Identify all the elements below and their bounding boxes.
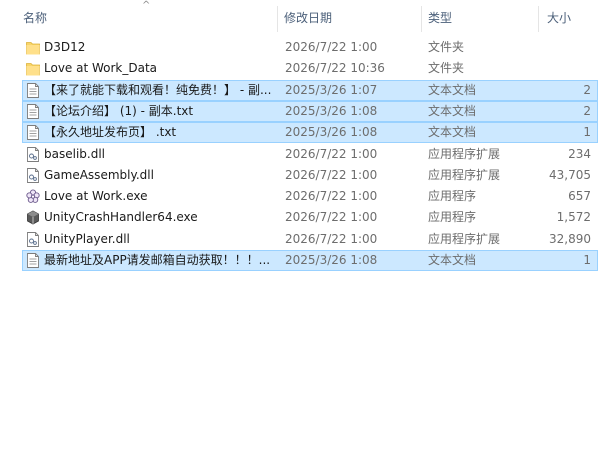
sort-ascending-icon: ^ bbox=[142, 0, 151, 11]
file-size: 43,705 bbox=[549, 167, 591, 182]
file-name: D3D12 bbox=[44, 40, 86, 54]
file-type: 文本文档 bbox=[428, 125, 477, 140]
text-file-icon bbox=[26, 103, 40, 119]
file-name: baselib.dll bbox=[44, 146, 105, 161]
dll-file-icon bbox=[26, 167, 40, 183]
file-type: 文件夹 bbox=[428, 40, 465, 54]
column-header-size[interactable]: 大小 bbox=[547, 0, 571, 36]
file-modified-date: 2026/7/22 1:00 bbox=[285, 189, 378, 204]
file-name: 最新地址及APP请发邮箱自动获取！！！... bbox=[44, 253, 271, 267]
column-divider[interactable] bbox=[421, 6, 422, 32]
file-name: 【永久地址发布页】 .txt bbox=[44, 125, 177, 140]
unity-cube-icon bbox=[26, 210, 40, 225]
column-header-name[interactable]: 名称 bbox=[23, 0, 47, 36]
file-name: GameAssembly.dll bbox=[44, 167, 154, 182]
file-name: 【来了就能下载和观看！纯免费！】 - 副... bbox=[44, 82, 272, 97]
file-size bbox=[531, 38, 591, 57]
file-name: 【论坛介绍】 (1) - 副本.txt bbox=[44, 103, 194, 118]
file-modified-date: 2026/7/22 1:00 bbox=[285, 167, 378, 182]
file-size: 2 bbox=[583, 103, 591, 118]
file-type: 文本文档 bbox=[428, 82, 477, 97]
file-name: Love at Work_Data bbox=[44, 61, 158, 76]
file-type: 应用程序扩展 bbox=[428, 231, 501, 246]
file-row[interactable]: 【永久地址发布页】 .txt 2025/3/26 1:08 文本文档 1 bbox=[22, 122, 598, 144]
file-size: 234 bbox=[568, 146, 591, 161]
dll-file-icon bbox=[26, 231, 40, 247]
file-modified-date: 2025/3/26 1:08 bbox=[285, 103, 378, 118]
file-name: UnityPlayer.dll bbox=[44, 231, 130, 246]
file-row[interactable]: D3D12 2026/7/22 1:00 文件夹 bbox=[22, 37, 598, 58]
file-row[interactable]: Love at Work_Data 2026/7/22 10:36 文件夹 bbox=[22, 58, 598, 79]
file-name: Love at Work.exe bbox=[44, 189, 148, 204]
file-modified-date: 2026/7/22 1:00 bbox=[285, 210, 378, 225]
text-file-icon bbox=[26, 82, 40, 98]
file-row[interactable]: Love at Work.exe 2026/7/22 1:00 应用程序 657 bbox=[22, 186, 598, 207]
file-size: 1,572 bbox=[556, 210, 591, 225]
file-modified-date: 2026/7/22 1:00 bbox=[285, 146, 378, 161]
file-modified-date: 2026/7/22 10:36 bbox=[285, 61, 385, 76]
file-modified-date: 2026/7/22 1:00 bbox=[285, 40, 378, 54]
file-row[interactable]: UnityCrashHandler64.exe 2026/7/22 1:00 应用程… bbox=[22, 207, 598, 228]
file-row[interactable]: UnityPlayer.dll 2026/7/22 1:00 应用程序扩展 32,89… bbox=[22, 229, 598, 250]
file-type: 文本文档 bbox=[428, 253, 477, 267]
flower-app-icon bbox=[26, 189, 40, 204]
file-type: 应用程序扩展 bbox=[428, 167, 501, 182]
folder-icon bbox=[26, 40, 40, 55]
file-modified-date: 2025/3/26 1:08 bbox=[285, 125, 378, 140]
column-header-date[interactable]: 修改日期 bbox=[284, 0, 332, 36]
file-size bbox=[531, 59, 591, 78]
text-file-icon bbox=[26, 253, 40, 268]
file-row[interactable]: GameAssembly.dll 2026/7/22 1:00 应用程序扩展 43,7… bbox=[22, 165, 598, 186]
column-header-bar: 名称 ^ 修改日期 类型 大小 bbox=[0, 0, 605, 36]
text-file-icon bbox=[26, 125, 40, 141]
file-type: 文本文档 bbox=[428, 103, 477, 118]
file-modified-date: 2025/3/26 1:07 bbox=[285, 82, 378, 97]
file-size: 32,890 bbox=[549, 231, 591, 246]
file-row[interactable]: 【来了就能下载和观看！纯免费！】 - 副... 2025/3/26 1:07 文本文… bbox=[22, 79, 598, 101]
file-name: UnityCrashHandler64.exe bbox=[44, 210, 198, 225]
file-modified-date: 2026/7/22 1:00 bbox=[285, 231, 378, 246]
file-size: 1 bbox=[583, 125, 591, 140]
file-modified-date: 2025/3/26 1:08 bbox=[285, 253, 378, 267]
column-divider[interactable] bbox=[538, 6, 539, 32]
file-type: 应用程序 bbox=[428, 210, 477, 225]
file-row[interactable]: 最新地址及APP请发邮箱自动获取！！！... 2025/3/26 1:08 文本文档… bbox=[22, 250, 598, 271]
file-size: 2 bbox=[583, 82, 591, 97]
file-type: 应用程序扩展 bbox=[428, 146, 501, 161]
file-type: 文件夹 bbox=[428, 61, 465, 76]
folder-icon bbox=[26, 61, 40, 76]
column-header-type[interactable]: 类型 bbox=[428, 0, 452, 36]
file-type: 应用程序 bbox=[428, 189, 477, 204]
file-size: 1 bbox=[583, 253, 591, 267]
file-row[interactable]: baselib.dll 2026/7/22 1:00 应用程序扩展 234 bbox=[22, 144, 598, 165]
file-row[interactable]: 【论坛介绍】 (1) - 副本.txt 2025/3/26 1:08 文本文档 2 bbox=[22, 100, 598, 122]
column-divider[interactable] bbox=[277, 6, 278, 32]
dll-file-icon bbox=[26, 146, 40, 162]
file-size: 657 bbox=[568, 189, 591, 204]
